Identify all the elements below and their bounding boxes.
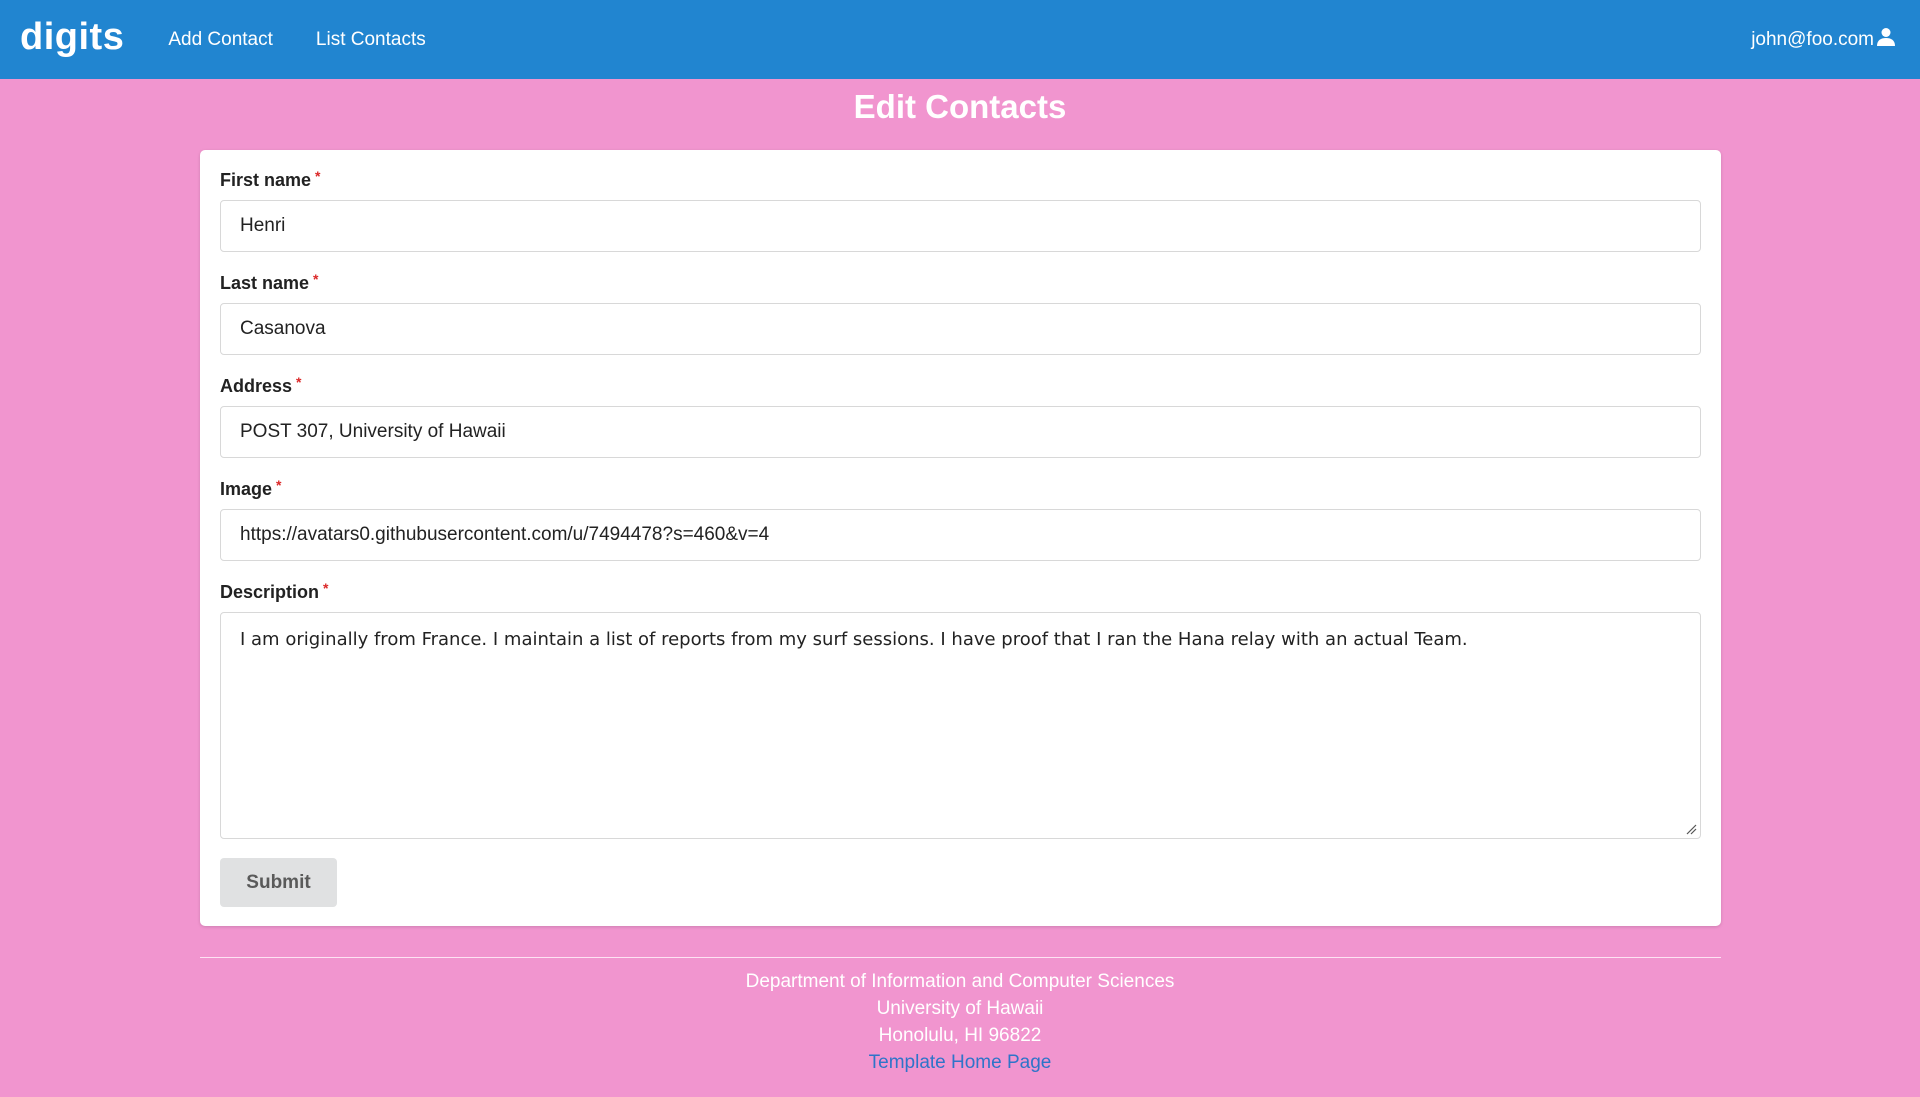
user-menu[interactable]: john@foo.com (1751, 27, 1900, 53)
first-name-label: First name * (220, 168, 321, 190)
first-name-field: First name * Henri (220, 167, 1701, 252)
required-marker: * (296, 374, 302, 390)
footer-address: Honolulu, HI 96822 (878, 1025, 1042, 1046)
description-text: I am originally from France. I maintain … (240, 629, 1468, 650)
address-input[interactable]: POST 307, University of Hawaii (220, 406, 1701, 458)
brand-logo[interactable]: digits (20, 16, 124, 63)
template-home-link[interactable]: Template Home Page (869, 1052, 1052, 1073)
required-marker: * (276, 477, 282, 493)
footer-divider (200, 957, 1721, 958)
last-name-input[interactable]: Casanova (220, 303, 1701, 355)
top-navbar: digits Add Contact List Contacts john@fo… (0, 0, 1920, 79)
footer-university: University of Hawaii (876, 998, 1044, 1019)
last-name-label: Last name * (220, 271, 319, 293)
address-label: Address * (220, 374, 302, 396)
nav-list-contacts[interactable]: List Contacts (316, 29, 426, 51)
image-field: Image * https://avatars0.githubuserconten… (220, 476, 1701, 561)
image-url-input[interactable]: https://avatars0.githubusercontent.com/u… (220, 509, 1701, 561)
page-title: Edit Contacts (853, 88, 1067, 125)
first-name-input[interactable]: Henri (220, 200, 1701, 252)
resize-handle-icon[interactable] (1685, 823, 1697, 835)
user-icon (1876, 27, 1896, 53)
edit-contact-form: First name * Henri Last name * Casanova Ad… (200, 150, 1721, 926)
description-label: Description * (220, 580, 329, 602)
submit-button[interactable]: Submit (220, 858, 337, 907)
user-email: john@foo.com (1751, 28, 1874, 50)
footer: Department of Information and Computer S… (0, 968, 1920, 1076)
address-field: Address * POST 307, University of Hawaii (220, 373, 1701, 458)
required-marker: * (315, 168, 321, 184)
description-field: Description * I am originally from France… (220, 579, 1701, 839)
description-textarea[interactable]: I am originally from France. I maintain … (220, 612, 1701, 839)
image-label: Image * (220, 477, 282, 499)
footer-department: Department of Information and Computer S… (745, 971, 1175, 992)
nav-add-contact[interactable]: Add Contact (168, 29, 273, 51)
required-marker: * (323, 580, 329, 596)
required-marker: * (313, 271, 319, 287)
last-name-field: Last name * Casanova (220, 270, 1701, 355)
